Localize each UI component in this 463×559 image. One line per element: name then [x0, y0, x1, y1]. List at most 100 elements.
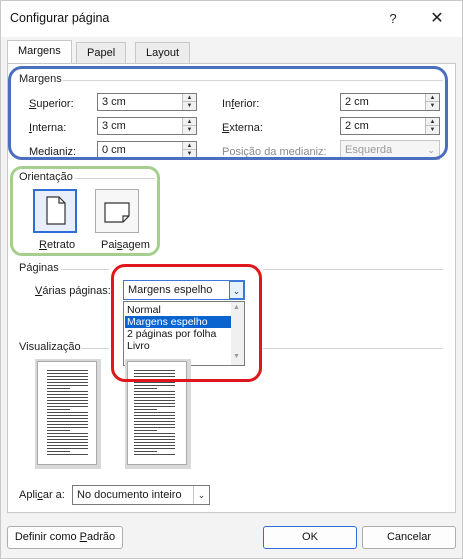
spin-down-icon[interactable]: ▼ — [426, 126, 439, 134]
superior-value[interactable]: 3 cm — [102, 96, 126, 108]
apply-to-value[interactable]: No documento inteiro — [77, 489, 182, 501]
title-bar: Configurar página ? ✕ — [1, 1, 462, 37]
interna-spin-arrows[interactable]: ▲ ▼ — [182, 118, 196, 134]
spin-up-icon[interactable]: ▲ — [183, 142, 196, 150]
preview-text-line — [134, 448, 175, 449]
preview-text-line — [47, 382, 88, 383]
preview-text-line — [47, 445, 88, 446]
apply-to-label: Aplicar a: — [19, 489, 65, 501]
preview-text-line — [47, 424, 88, 425]
inferior-spin-arrows[interactable]: ▲ ▼ — [425, 94, 439, 110]
externa-spin-arrows[interactable]: ▲ ▼ — [425, 118, 439, 134]
preview-text-line — [134, 409, 157, 410]
close-button[interactable]: ✕ — [425, 7, 449, 31]
multiple-pages-dropdown-list[interactable]: Normal Margens espelho 2 páginas por fol… — [123, 301, 245, 366]
page-setup-dialog: Configurar página ? ✕ Margens Papel Layo… — [0, 0, 463, 559]
preview-text-line — [134, 382, 175, 383]
chevron-down-icon[interactable]: ⌄ — [193, 486, 209, 504]
margins-group-title: Margens — [19, 73, 62, 85]
preview-text-line — [134, 439, 175, 440]
portrait-button[interactable] — [33, 189, 77, 233]
portrait-label: Retrato — [39, 239, 76, 251]
externa-spinner[interactable]: 2 cm ▲ ▼ — [340, 117, 440, 135]
preview-text-line — [47, 454, 88, 455]
preview-text-line — [47, 439, 88, 440]
preview-text-line — [134, 412, 175, 413]
preview-text-line — [134, 421, 175, 422]
spin-up-icon[interactable]: ▲ — [183, 94, 196, 102]
preview-text-line — [47, 421, 88, 422]
preview-text-line — [47, 397, 88, 398]
medianiz-spin-arrows[interactable]: ▲ ▼ — [182, 142, 196, 158]
inferior-value[interactable]: 2 cm — [345, 96, 369, 108]
superior-spin-arrows[interactable]: ▲ ▼ — [182, 94, 196, 110]
preview-group-title: Visualização — [19, 341, 81, 353]
preview-text-line — [134, 430, 157, 431]
preview-group-rule-left — [81, 348, 109, 349]
spin-up-icon[interactable]: ▲ — [426, 118, 439, 126]
preview-text-line — [47, 385, 88, 386]
spin-down-icon[interactable]: ▼ — [426, 102, 439, 110]
superior-spinner[interactable]: 3 cm ▲ ▼ — [97, 93, 197, 111]
multiple-pages-select[interactable]: Margens espelho ⌄ — [123, 280, 245, 300]
margins-group-rule — [63, 80, 443, 81]
scroll-down-icon[interactable]: ▼ — [233, 353, 240, 360]
preview-right-page — [127, 361, 187, 465]
preview-text-line — [134, 451, 157, 452]
ok-button[interactable]: OK — [263, 526, 357, 549]
landscape-page-icon — [104, 202, 130, 223]
cancel-button[interactable]: Cancelar — [362, 526, 456, 549]
option-mirror-margins[interactable]: Margens espelho — [125, 316, 231, 328]
option-book[interactable]: Livro — [125, 340, 231, 352]
multiple-pages-value[interactable]: Margens espelho — [128, 284, 212, 296]
externa-value[interactable]: 2 cm — [345, 120, 369, 132]
preview-text-line — [47, 406, 88, 407]
help-button[interactable]: ? — [381, 7, 405, 31]
apply-to-select[interactable]: No documento inteiro ⌄ — [72, 485, 210, 505]
preview-text-line — [47, 436, 88, 437]
preview-text-line — [47, 373, 88, 374]
medianiz-value[interactable]: 0 cm — [102, 144, 126, 156]
medianiz-spinner[interactable]: 0 cm ▲ ▼ — [97, 141, 197, 159]
preview-text-line — [134, 400, 175, 401]
spin-down-icon[interactable]: ▼ — [183, 150, 196, 158]
interna-value[interactable]: 3 cm — [102, 120, 126, 132]
preview-text-line — [47, 415, 88, 416]
tab-layout[interactable]: Layout — [135, 42, 191, 64]
preview-text-line — [134, 433, 175, 434]
landscape-button[interactable] — [95, 189, 139, 233]
chevron-down-icon[interactable]: ⌄ — [229, 281, 244, 299]
spin-up-icon[interactable]: ▲ — [183, 118, 196, 126]
preview-text-line — [134, 454, 175, 455]
preview-text-line — [134, 406, 175, 407]
preview-text-line — [47, 394, 88, 395]
preview-left-page — [37, 361, 97, 465]
inferior-label: Inferior: — [222, 98, 260, 110]
preview-text-line — [47, 451, 70, 452]
preview-text-line — [134, 445, 175, 446]
tab-margens[interactable]: Margens — [7, 40, 72, 64]
superior-label: Superior: — [29, 98, 74, 110]
spin-up-icon[interactable]: ▲ — [426, 94, 439, 102]
spin-down-icon[interactable]: ▼ — [183, 102, 196, 110]
pages-group-title: Páginas — [19, 262, 59, 274]
preview-text-line — [134, 418, 175, 419]
preview-text-line — [134, 376, 175, 377]
set-as-default-button[interactable]: Definir como Padrão — [7, 526, 123, 549]
inferior-spinner[interactable]: 2 cm ▲ ▼ — [340, 93, 440, 111]
interna-spinner[interactable]: 3 cm ▲ ▼ — [97, 117, 197, 135]
preview-text-line — [47, 427, 88, 428]
preview-text-line — [47, 412, 88, 413]
preview-text-line — [47, 442, 88, 443]
scroll-up-icon[interactable]: ▲ — [233, 304, 240, 311]
spin-down-icon[interactable]: ▼ — [183, 126, 196, 134]
orientation-group-title: Orientação — [19, 171, 73, 183]
dropdown-scrollbar[interactable]: ▲ ▼ — [231, 302, 244, 365]
preview-text-line — [47, 448, 88, 449]
option-normal[interactable]: Normal — [125, 304, 231, 316]
pages-group-rule-left — [61, 269, 109, 270]
tab-papel[interactable]: Papel — [76, 42, 127, 64]
option-two-pages-per-sheet[interactable]: 2 páginas por folha — [125, 328, 231, 340]
preview-text-line — [47, 403, 88, 404]
preview-text-line — [47, 391, 88, 392]
